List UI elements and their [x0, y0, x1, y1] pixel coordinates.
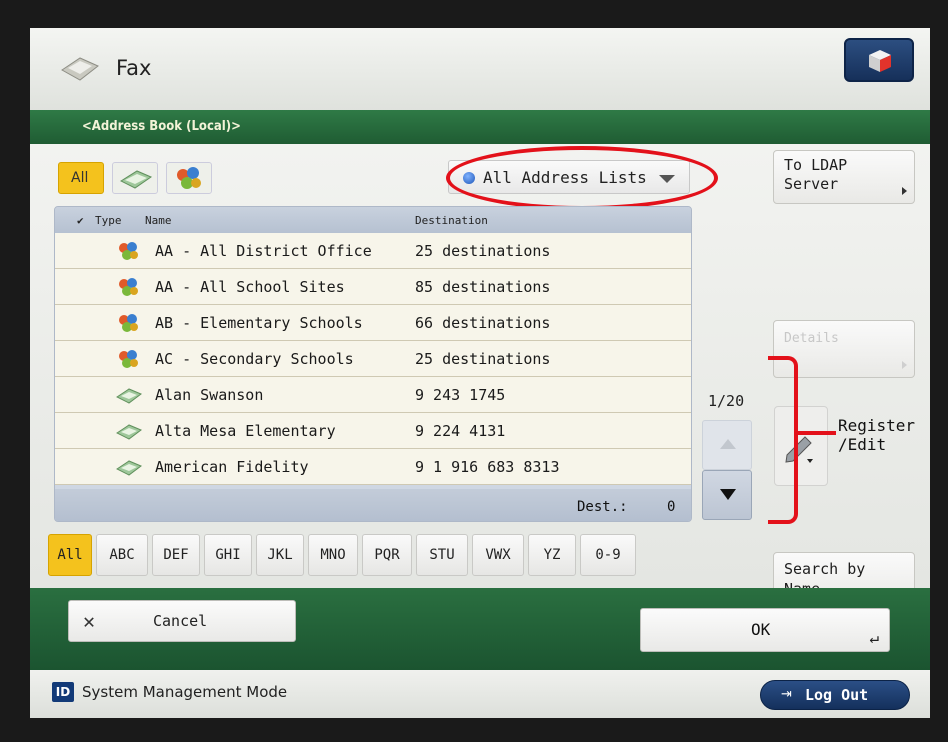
- annotation-bracket: [768, 356, 798, 524]
- table-row[interactable]: Alan Swanson 9 243 1745: [55, 377, 691, 413]
- alpha-tab-def[interactable]: DEF: [152, 534, 200, 576]
- triangle-right-icon: [902, 361, 907, 369]
- alpha-tab-yz[interactable]: YZ: [528, 534, 576, 576]
- group-list-icon: [119, 314, 138, 332]
- enter-icon: ↵: [869, 628, 879, 647]
- table-row[interactable]: AA - All District Office 25 destinations: [55, 233, 691, 269]
- alpha-tab-digits[interactable]: 0-9: [580, 534, 636, 576]
- entry-destination: 9 1 916 683 8313: [415, 458, 560, 476]
- settings-cube-icon: [869, 50, 891, 72]
- table-row[interactable]: AA - All School Sites 85 destinations: [55, 269, 691, 305]
- ok-button[interactable]: OK ↵: [640, 608, 890, 652]
- ok-label: OK: [751, 620, 771, 639]
- group-list-icon: [119, 278, 138, 296]
- destination-column-header[interactable]: Destination: [415, 214, 488, 227]
- entry-name: AB - Elementary Schools: [155, 314, 363, 332]
- entry-name: Alta Mesa Elementary: [155, 422, 336, 440]
- to-ldap-server-button[interactable]: To LDAP Server: [773, 150, 915, 204]
- entry-name: AA - All District Office: [155, 242, 372, 260]
- check-column-header[interactable]: ✔: [77, 214, 84, 227]
- fax-entry-icon: [116, 388, 142, 404]
- alpha-tab-pqr[interactable]: PQR: [362, 534, 412, 576]
- fax-icon: [61, 57, 99, 81]
- close-icon: ✕: [83, 609, 96, 633]
- settings-menu-button[interactable]: [844, 38, 914, 82]
- annotation-ellipse: [446, 146, 718, 210]
- type-filter-group-button[interactable]: [166, 162, 212, 194]
- type-column-header[interactable]: Type: [95, 214, 122, 227]
- title-bar: Fax: [30, 28, 930, 110]
- type-filter-all-label: All: [71, 170, 89, 186]
- entry-destination: 9 243 1745: [415, 386, 506, 404]
- entry-destination: 25 destinations: [415, 350, 551, 368]
- log-out-button[interactable]: ⇥ Log Out: [760, 680, 910, 710]
- page-title: Fax: [116, 56, 152, 80]
- alpha-tab-ghi[interactable]: GHI: [204, 534, 252, 576]
- scroll-up-button[interactable]: [702, 420, 752, 470]
- table-row[interactable]: AB - Elementary Schools 66 destinations: [55, 305, 691, 341]
- log-out-label: Log Out: [805, 686, 869, 704]
- group-list-icon: [119, 242, 138, 260]
- status-bar: ID System Management Mode ⇥ Log Out: [30, 670, 930, 718]
- alpha-tab-abc[interactable]: ABC: [96, 534, 148, 576]
- fax-entry-icon: [116, 424, 142, 440]
- logout-icon: ⇥: [781, 687, 792, 702]
- action-bar: ✕ Cancel OK ↵: [30, 588, 930, 670]
- group-list-icon: [177, 167, 201, 189]
- dest-count-value: 0: [667, 499, 676, 515]
- register-line1: Register: [838, 416, 916, 435]
- entry-name: AA - All School Sites: [155, 278, 345, 296]
- entry-destination: 25 destinations: [415, 242, 551, 260]
- alpha-tab-all[interactable]: All: [48, 534, 92, 576]
- alpha-tab-mno[interactable]: MNO: [308, 534, 358, 576]
- type-filter-all-button[interactable]: All: [58, 162, 104, 194]
- ldap-button-line1: To LDAP: [784, 156, 848, 174]
- entry-name: AC - Secondary Schools: [155, 350, 354, 368]
- group-list-icon: [119, 350, 138, 368]
- entry-destination: 85 destinations: [415, 278, 551, 296]
- register-edit-label: Register /Edit: [838, 416, 915, 454]
- details-label: Details: [784, 331, 839, 346]
- section-bar: <Address Book (Local)>: [30, 110, 930, 144]
- person-book-icon: [119, 170, 153, 189]
- name-column-header[interactable]: Name: [145, 214, 172, 227]
- triangle-right-icon: [902, 187, 907, 195]
- ldap-button-line2: Server: [784, 175, 839, 193]
- table-row[interactable]: AC - Secondary Schools 25 destinations: [55, 341, 691, 377]
- type-filter-person-button[interactable]: [112, 162, 158, 194]
- address-book-panel: All All Address Lists To LDAP Server ✔ T…: [30, 144, 930, 608]
- fax-screen: Fax <Address Book (Local)> All All Addre…: [30, 28, 930, 718]
- address-list-table: ✔ Type Name Destination AA - All Distric…: [54, 206, 692, 522]
- table-header: ✔ Type Name Destination: [55, 207, 691, 233]
- alpha-tab-vwx[interactable]: VWX: [472, 534, 524, 576]
- page-indicator: 1/20: [708, 392, 745, 410]
- table-row[interactable]: American Fidelity 9 1 916 683 8313: [55, 449, 691, 485]
- section-title: <Address Book (Local)>: [82, 119, 241, 134]
- fax-entry-icon: [116, 460, 142, 476]
- entry-destination: 66 destinations: [415, 314, 551, 332]
- entry-destination: 9 224 4131: [415, 422, 506, 440]
- system-mode-label: System Management Mode: [82, 683, 288, 701]
- annotation-pointer: [796, 431, 836, 435]
- scroll-down-button[interactable]: [702, 470, 752, 520]
- cancel-label: Cancel: [153, 612, 208, 630]
- register-line2: /Edit: [838, 435, 887, 454]
- alpha-tab-stu[interactable]: STU: [416, 534, 468, 576]
- search-line1: Search by: [784, 560, 866, 578]
- list-footer: Dest.: 0: [55, 489, 691, 521]
- id-icon: ID: [52, 682, 74, 702]
- dest-count-label: Dest.:: [577, 499, 628, 515]
- entry-name: American Fidelity: [155, 458, 309, 476]
- table-row[interactable]: Alta Mesa Elementary 9 224 4131: [55, 413, 691, 449]
- entry-name: Alan Swanson: [155, 386, 264, 404]
- cancel-button[interactable]: ✕ Cancel: [68, 600, 296, 642]
- alpha-tab-jkl[interactable]: JKL: [256, 534, 304, 576]
